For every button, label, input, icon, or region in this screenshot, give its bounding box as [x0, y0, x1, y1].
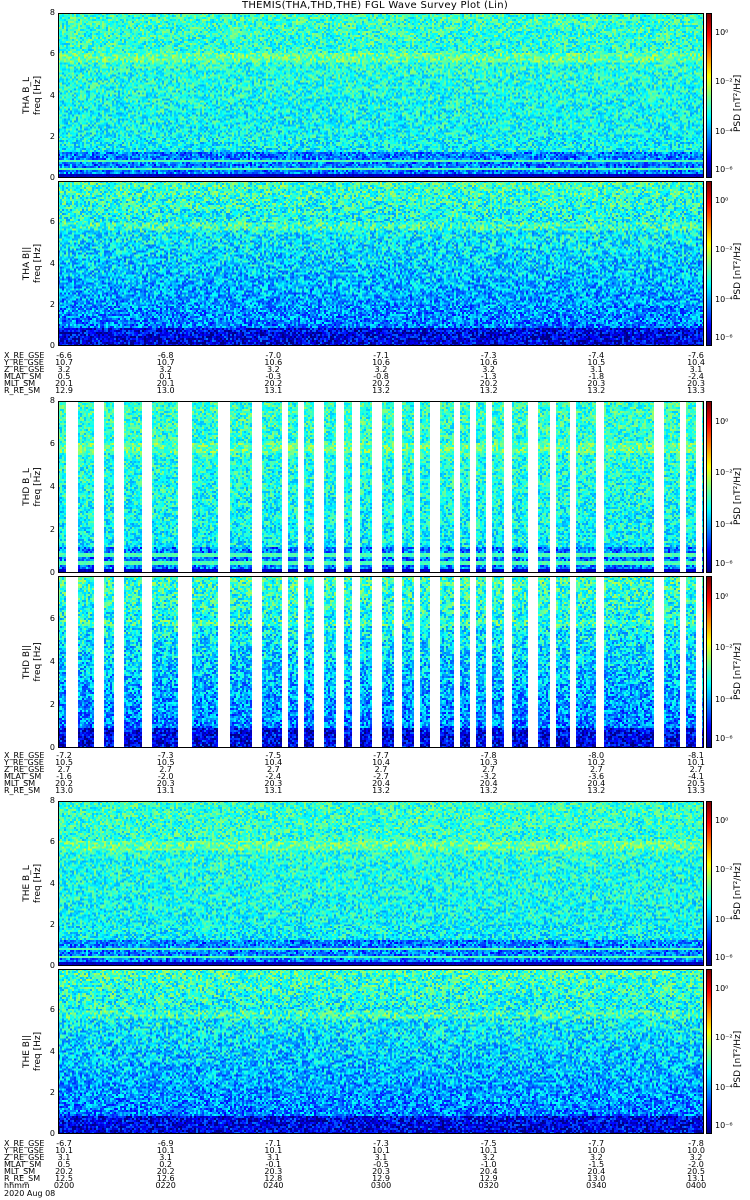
ephemeris-label: R_RE_SM [4, 786, 41, 795]
colorbar-tick-label: 10⁻⁶ [715, 332, 733, 342]
colorbar-tick-label: 10⁰ [715, 195, 729, 205]
colorbar [706, 576, 712, 748]
colorbar-tick-label: 10⁻⁶ [715, 164, 733, 174]
colorbar-tick-label: 10⁻² [715, 468, 733, 478]
time-tick-label: 0240 [263, 1181, 284, 1190]
colorbar-label: PSD [nT²/Hz] [733, 1030, 743, 1088]
colorbar-tick-label: 10⁰ [715, 983, 729, 993]
y-axis-label-line1: THA B_L [22, 77, 32, 114]
colorbar-label: PSD [nT²/Hz] [733, 862, 743, 920]
y-axis-label: THD B|| freq [Hz] [22, 576, 44, 748]
spectrogram-frame [58, 969, 704, 1134]
ephemeris-value: 13.0 [55, 786, 73, 795]
y-axis-label: THA B_L freq [Hz] [22, 13, 44, 178]
colorbar-label: PSD [nT²/Hz] [733, 242, 743, 300]
ephemeris-label: R_RE_SM [4, 386, 41, 395]
colorbar-tick-label: 10⁻⁴ [715, 519, 733, 529]
plot-title: THEMIS(THA,THD,THE) FGL Wave Survey Plot… [241, 0, 509, 11]
y-axis-label-line1: THE B_L [22, 865, 32, 902]
spectrogram-frame [58, 401, 704, 573]
y-axis-label-line2: freq [Hz] [33, 1031, 43, 1072]
ephemeris-value: 13.2 [479, 386, 498, 395]
y-axis-label-line1: THA B|| [22, 246, 32, 281]
colorbar-tick-label: 10⁻⁶ [715, 734, 733, 744]
y-axis-label-line2: freq [Hz] [33, 642, 43, 682]
colorbar-tick-label: 10⁰ [715, 591, 729, 601]
y-axis-label: THA B|| freq [Hz] [22, 181, 44, 346]
ephemeris-value: 13.2 [479, 786, 498, 795]
colorbar-tick-label: 10⁻⁶ [715, 952, 733, 962]
colorbar-tick-label: 10⁰ [715, 815, 729, 825]
colorbar-tick-label: 10⁻⁴ [715, 694, 733, 704]
ephemeris-value: 13.2 [587, 786, 606, 795]
colorbar-tick-label: 10⁰ [715, 27, 729, 37]
colorbar-tick-label: 10⁻⁶ [715, 559, 733, 569]
time-axis-label: hhmm [4, 1181, 30, 1190]
colorbar [706, 801, 712, 966]
colorbar-tick-label: 10⁰ [715, 416, 729, 426]
time-tick-label: 0200 [53, 1181, 75, 1190]
time-tick-label: 0320 [478, 1181, 499, 1190]
y-axis-label-line2: freq [Hz] [33, 243, 43, 284]
y-axis-label-line1: THD B|| [22, 644, 32, 680]
colorbar-tick-label: 10⁻⁴ [715, 914, 733, 924]
y-axis-label: THE B|| freq [Hz] [22, 969, 44, 1134]
y-axis-label-line2: freq [Hz] [33, 863, 43, 904]
colorbar-tick-label: 10⁻² [715, 865, 733, 875]
ephemeris-value: 13.2 [372, 386, 390, 395]
colorbar-tick-label: 10⁻² [715, 643, 733, 653]
colorbar-tick-label: 10⁻⁶ [715, 1120, 733, 1130]
colorbar-label: PSD [nT²/Hz] [733, 642, 743, 700]
y-axis-label-line1: THE B|| [22, 1034, 32, 1069]
colorbar [706, 13, 712, 178]
ephemeris-value: 13.2 [372, 786, 390, 795]
colorbar [706, 401, 712, 573]
spectrogram-frame [58, 576, 704, 748]
y-axis-label: THD B_L freq [Hz] [22, 401, 44, 573]
colorbar-label: PSD [nT²/Hz] [733, 74, 743, 132]
colorbar-tick-label: 10⁻² [715, 245, 733, 255]
spectrogram-frame [58, 181, 704, 346]
time-tick-label: 0340 [586, 1181, 607, 1190]
ephemeris-value: 13.2 [587, 386, 606, 395]
y-axis-label-line1: THD B_L [22, 468, 32, 506]
y-axis-label-line2: freq [Hz] [33, 467, 43, 507]
ephemeris-value: 13.3 [687, 786, 705, 795]
colorbar-tick-label: 10⁻² [715, 1033, 733, 1043]
colorbar [706, 181, 712, 346]
ephemeris-value: 12.9 [55, 386, 73, 395]
ephemeris-value: 13.0 [156, 386, 175, 395]
ephemeris-value: 13.1 [264, 786, 283, 795]
time-tick-label: 0400 [685, 1181, 707, 1190]
y-axis-label-line2: freq [Hz] [33, 75, 43, 116]
spectrogram-frame [58, 801, 704, 966]
colorbar-tick-label: 10⁻⁴ [715, 294, 733, 304]
ephemeris-value: 13.1 [264, 386, 283, 395]
colorbar-tick-label: 10⁻² [715, 77, 733, 87]
ephemeris-value: 13.3 [687, 386, 705, 395]
colorbar-tick-label: 10⁻⁴ [715, 126, 733, 136]
colorbar-tick-label: 10⁻⁴ [715, 1082, 733, 1092]
ephemeris-value: 13.1 [156, 786, 175, 795]
time-tick-label: 0300 [370, 1181, 392, 1190]
colorbar-label: PSD [nT²/Hz] [733, 467, 743, 525]
spectrogram-frame [58, 13, 704, 178]
colorbar [706, 969, 712, 1134]
date-label: 2020 Aug 08 [4, 1189, 56, 1198]
time-tick-label: 0220 [155, 1181, 176, 1190]
y-axis-label: THE B_L freq [Hz] [22, 801, 44, 966]
